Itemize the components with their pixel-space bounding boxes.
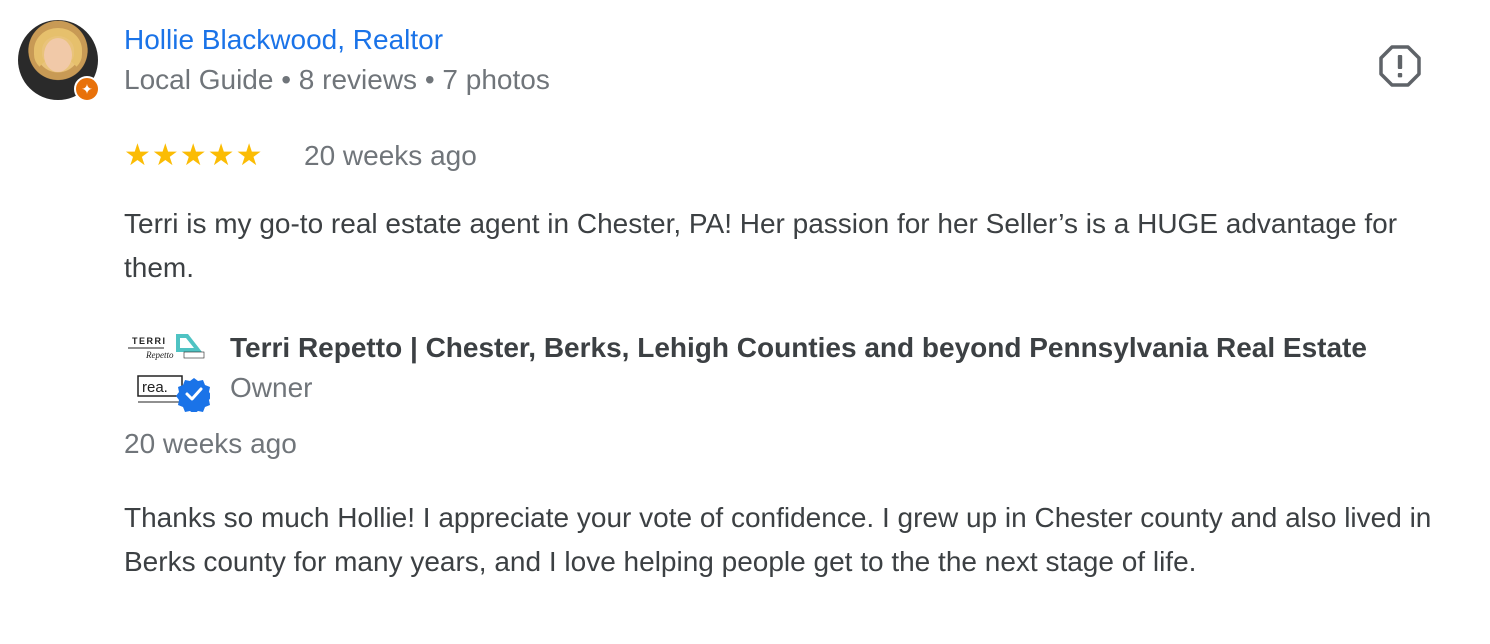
avatar-face — [44, 38, 72, 72]
logo-text-1: TERRI — [132, 336, 167, 346]
star-rating: ★★★★★ — [124, 139, 264, 172]
reviewer-avatar[interactable]: ✦ — [18, 20, 100, 102]
owner-name: Terri Repetto | Chester, Berks, Lehigh C… — [230, 332, 1367, 363]
report-icon[interactable] — [1378, 44, 1422, 88]
owner-role: Owner — [230, 372, 313, 403]
reply-text: Thanks so much Hollie! I appreciate your… — [124, 502, 1432, 577]
reviewer-name-link[interactable]: Hollie Blackwood, Realtor — [124, 24, 443, 56]
reviewer-meta[interactable]: Local Guide • 8 reviews • 7 photos — [124, 64, 550, 96]
review-time: 20 weeks ago — [304, 140, 477, 171]
logo-text-3: rea. — [142, 379, 168, 396]
local-guide-badge-icon: ✦ — [74, 76, 100, 102]
owner-logo: TERRI Repetto rea. — [124, 330, 210, 412]
review-text: Terri is my go-to real estate agent in C… — [124, 208, 1398, 283]
reply-time: 20 weeks ago — [124, 428, 297, 459]
logo-text-2: Repetto — [145, 350, 174, 360]
